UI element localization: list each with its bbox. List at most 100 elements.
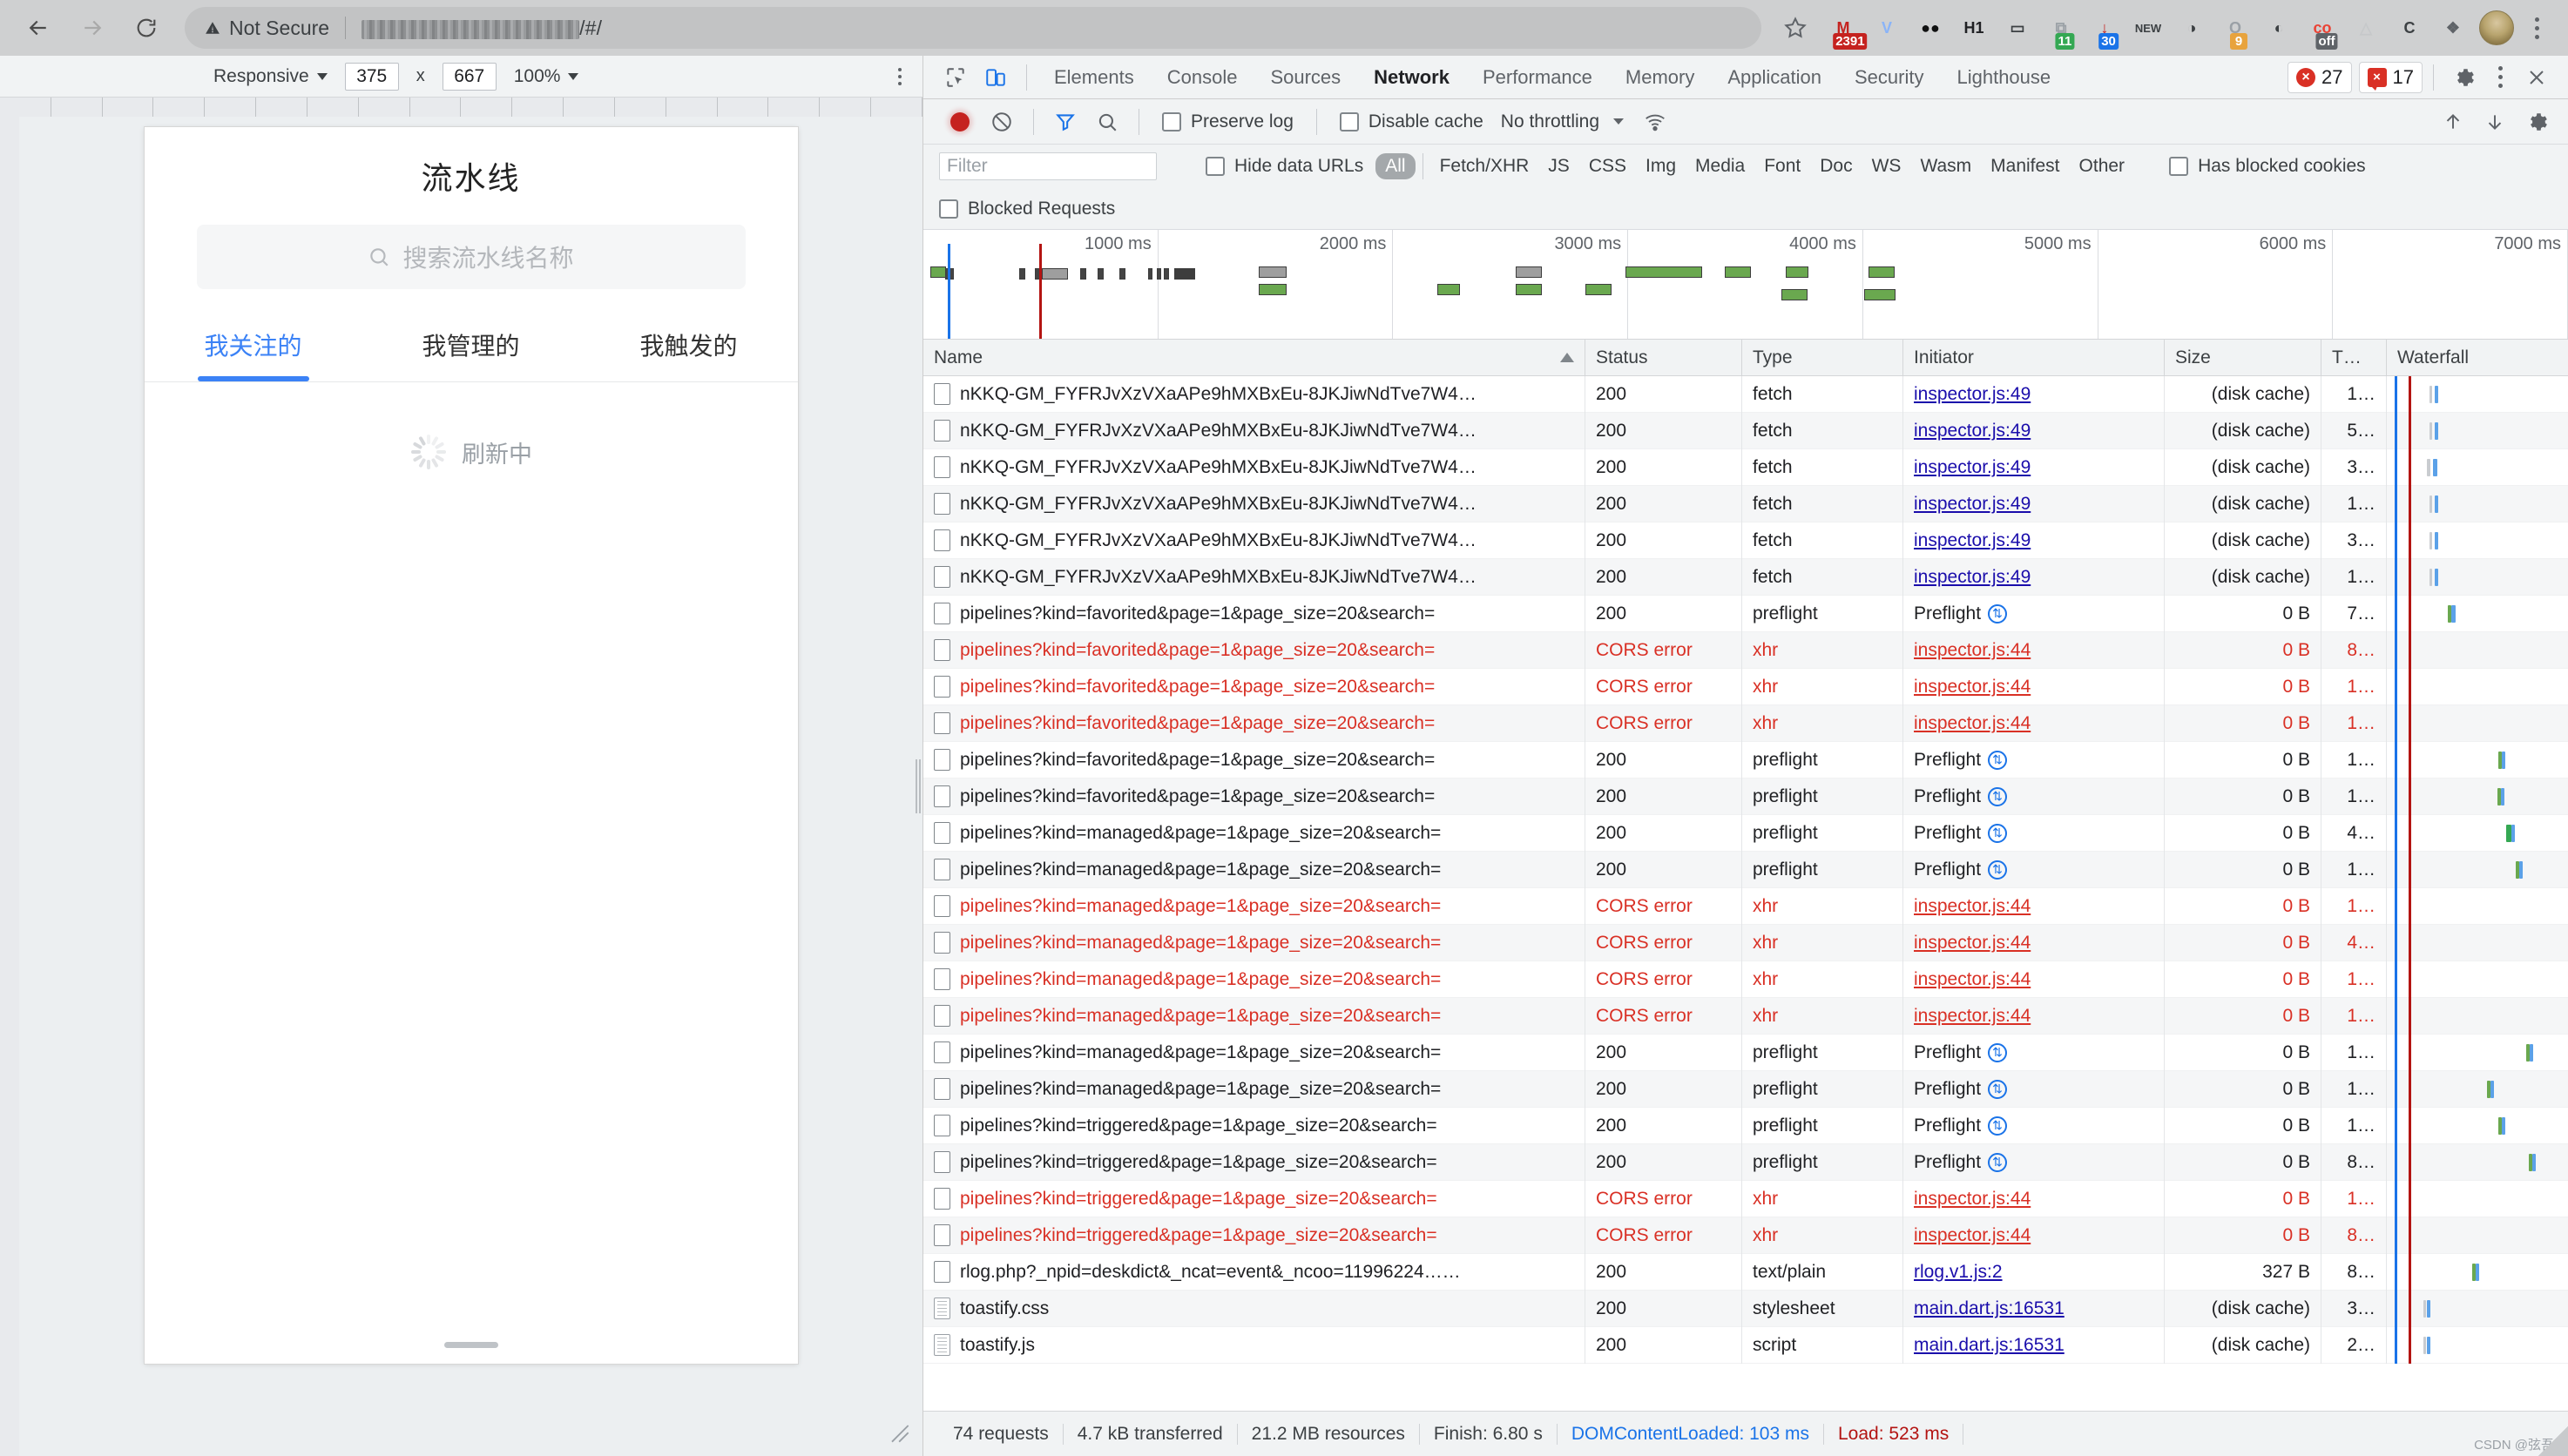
dark-reader-extension[interactable]: ◐ — [2261, 10, 2296, 45]
device-preset-dropdown[interactable]: Responsive — [213, 66, 328, 87]
puzzle-extension[interactable]: ❖ — [2436, 10, 2470, 45]
mobile-extension[interactable]: ▭ — [2000, 10, 2035, 45]
column-header-waterfall[interactable]: Waterfall — [2387, 340, 2568, 376]
tab-security[interactable]: Security — [1838, 56, 1940, 99]
table-row[interactable]: pipelines?kind=triggered&page=1&page_siz… — [923, 1143, 2568, 1181]
has-blocked-cookies-checkbox[interactable]: Has blocked cookies — [2157, 156, 2378, 177]
page-tab-followed[interactable]: 我关注的 — [145, 327, 362, 381]
type-filter-doc[interactable]: Doc — [1810, 153, 1862, 179]
table-row[interactable]: nKKQ-GM_FYFRJvXzVXaAPe9hMXBxEu-8JKJiwNdT… — [923, 522, 2568, 559]
initiator-link[interactable]: inspector.js:44 — [1914, 1225, 2031, 1246]
table-row[interactable]: nKKQ-GM_FYFRJvXzVXaAPe9hMXBxEu-8JKJiwNdT… — [923, 558, 2568, 596]
type-filter-img[interactable]: Img — [1636, 153, 1686, 179]
table-row[interactable]: toastify.css 200 stylesheet main.dart.js:16… — [923, 1290, 2568, 1327]
initiator-link[interactable]: main.dart.js:16531 — [1914, 1298, 2065, 1319]
preserve-log-checkbox[interactable]: Preserve log — [1150, 111, 1306, 132]
clear-network-log-icon[interactable] — [981, 101, 1023, 143]
mask-extension[interactable]: ◑ — [2174, 10, 2209, 45]
tab-network[interactable]: Network — [1357, 56, 1466, 99]
device-more-options-icon[interactable] — [898, 67, 902, 85]
error-count-badge[interactable]: × 27 — [2288, 61, 2352, 93]
table-row[interactable]: nKKQ-GM_FYFRJvXzVXaAPe9hMXBxEu-8JKJiwNdT… — [923, 412, 2568, 449]
type-filter-js[interactable]: JS — [1538, 153, 1579, 179]
eyes-extension[interactable]: ●● — [1913, 10, 1948, 45]
table-row[interactable]: pipelines?kind=managed&page=1&page_size=… — [923, 814, 2568, 852]
column-header-type[interactable]: Type — [1742, 339, 1903, 376]
page-tab-managed[interactable]: 我管理的 — [362, 327, 580, 381]
browser-menu-icon[interactable] — [2519, 8, 2554, 48]
devtools-more-icon[interactable] — [2483, 57, 2517, 98]
table-row[interactable]: nKKQ-GM_FYFRJvXzVXaAPe9hMXBxEu-8JKJiwNdT… — [923, 448, 2568, 486]
tab-performance[interactable]: Performance — [1466, 56, 1609, 99]
cell-initiator[interactable]: inspector.js:44 — [1903, 887, 2165, 925]
type-filter-font[interactable]: Font — [1754, 153, 1810, 179]
table-row[interactable]: nKKQ-GM_FYFRJvXzVXaAPe9hMXBxEu-8JKJiwNdT… — [923, 485, 2568, 522]
network-settings-icon[interactable] — [2516, 101, 2558, 143]
cell-initiator[interactable]: inspector.js:49 — [1903, 485, 2165, 522]
page-tab-triggered[interactable]: 我触发的 — [580, 327, 798, 381]
type-filter-ws[interactable]: WS — [1862, 153, 1911, 179]
table-row[interactable]: pipelines?kind=triggered&page=1&page_siz… — [923, 1107, 2568, 1144]
initiator-link[interactable]: inspector.js:49 — [1914, 530, 2031, 551]
initiator-link[interactable]: inspector.js:44 — [1914, 640, 2031, 661]
network-overview-timeline[interactable]: 1000 ms 2000 ms 3000 ms 4000 ms 5000 ms 6000 … — [923, 230, 2568, 340]
address-bar[interactable]: Not Secure /#/ — [185, 7, 1761, 49]
resize-corner-icon[interactable] — [2538, 1426, 2568, 1456]
filter-input[interactable]: Filter — [939, 152, 1157, 180]
initiator-link[interactable]: inspector.js:49 — [1914, 421, 2031, 442]
column-header-status[interactable]: Status — [1585, 339, 1742, 376]
initiator-link[interactable]: inspector.js:44 — [1914, 713, 2031, 734]
security-indicator[interactable]: Not Secure — [204, 17, 329, 40]
type-filter-css[interactable]: CSS — [1579, 153, 1636, 179]
initiator-link[interactable]: inspector.js:44 — [1914, 969, 2031, 990]
viewport-height-input[interactable]: 667 — [442, 62, 497, 91]
network-conditions-icon[interactable] — [1634, 101, 1676, 143]
cell-initiator[interactable]: Preflight ⇅ — [1903, 1034, 2165, 1071]
cell-initiator[interactable]: Preflight ⇅ — [1903, 851, 2165, 888]
blocked-requests-checkbox[interactable]: Blocked Requests — [939, 199, 1127, 219]
column-header-initiator[interactable]: Initiator — [1903, 339, 2165, 376]
table-row[interactable]: rlog.php?_npid=deskdict&_ncat=event&_nco… — [923, 1253, 2568, 1291]
initiator-link[interactable]: inspector.js:44 — [1914, 896, 2031, 917]
tab-application[interactable]: Application — [1711, 56, 1838, 99]
inspect-element-icon[interactable] — [936, 57, 976, 98]
initiator-link[interactable]: inspector.js:49 — [1914, 384, 2031, 405]
close-icon[interactable] — [2517, 58, 2556, 97]
initiator-link[interactable]: inspector.js:49 — [1914, 457, 2031, 478]
cell-initiator[interactable]: inspector.js:44 — [1903, 997, 2165, 1035]
triangle-extension[interactable]: △ — [2348, 10, 2383, 45]
new-capture-extension[interactable]: NEW — [2131, 10, 2166, 45]
type-filter-other[interactable]: Other — [2070, 153, 2135, 179]
table-row[interactable]: pipelines?kind=managed&page=1&page_size=… — [923, 997, 2568, 1035]
initiator-link[interactable]: inspector.js:44 — [1914, 677, 2031, 698]
initiator-link[interactable]: inspector.js:49 — [1914, 567, 2031, 588]
zoom-dropdown[interactable]: 100% — [514, 66, 579, 87]
bottom-grabber[interactable] — [443, 1342, 498, 1348]
cell-initiator[interactable]: Preflight ⇅ — [1903, 1143, 2165, 1181]
table-row[interactable]: pipelines?kind=triggered&page=1&page_siz… — [923, 1180, 2568, 1217]
search-input[interactable]: 搜索流水线名称 — [196, 225, 746, 289]
column-header-size[interactable]: Size — [2165, 339, 2321, 376]
cell-initiator[interactable]: inspector.js:44 — [1903, 1180, 2165, 1217]
table-row[interactable]: pipelines?kind=favorited&page=1&page_siz… — [923, 668, 2568, 705]
cell-initiator[interactable]: inspector.js:44 — [1903, 961, 2165, 998]
column-header-time[interactable]: T… — [2321, 339, 2387, 376]
tab-elements[interactable]: Elements — [1037, 56, 1151, 99]
type-filter-fetch-xhr[interactable]: Fetch/XHR — [1430, 153, 1539, 179]
table-row[interactable]: pipelines?kind=favorited&page=1&page_siz… — [923, 595, 2568, 632]
gear-icon[interactable] — [2444, 58, 2483, 97]
initiator-link[interactable]: inspector.js:44 — [1914, 1189, 2031, 1210]
cell-initiator[interactable]: Preflight ⇅ — [1903, 778, 2165, 815]
copy-extension[interactable]: ⧉ 11 — [2044, 10, 2078, 50]
table-row[interactable]: pipelines?kind=managed&page=1&page_size=… — [923, 924, 2568, 961]
cell-initiator[interactable]: inspector.js:44 — [1903, 1217, 2165, 1254]
record-stop-icon[interactable] — [939, 101, 981, 143]
cell-initiator[interactable]: inspector.js:49 — [1903, 522, 2165, 559]
table-row[interactable]: pipelines?kind=favorited&page=1&page_siz… — [923, 631, 2568, 669]
profile-avatar-icon[interactable] — [2479, 10, 2514, 45]
table-row[interactable]: nKKQ-GM_FYFRJvXzVXaAPe9hMXBxEu-8JKJiwNdT… — [923, 376, 2568, 413]
opera-extension[interactable]: O9 — [2218, 10, 2253, 50]
download-extension[interactable]: ↓ 30 — [2087, 10, 2122, 50]
tab-memory[interactable]: Memory — [1609, 56, 1711, 99]
column-header-name[interactable]: Name — [923, 339, 1585, 376]
